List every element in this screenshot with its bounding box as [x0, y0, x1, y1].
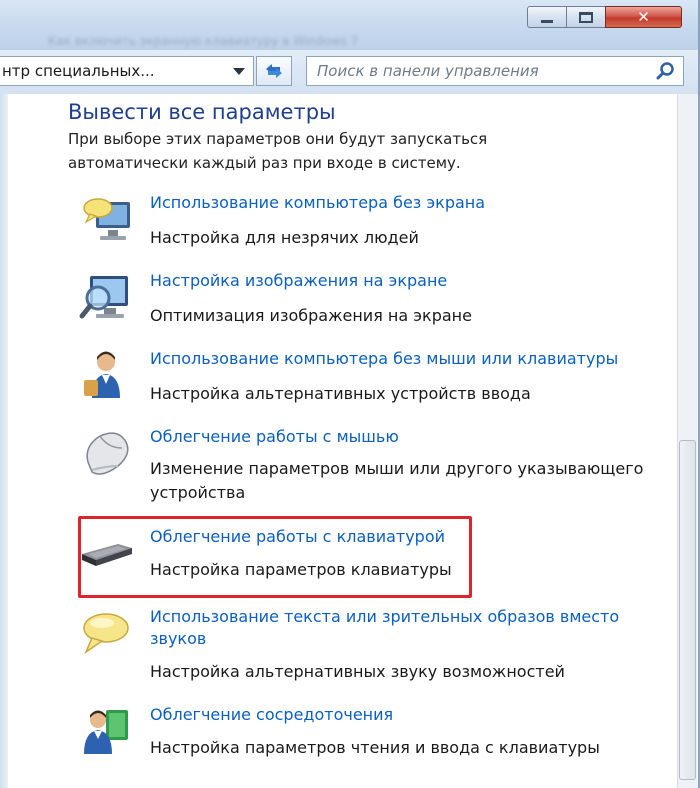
list-item: Настройка изображения на экране Оптимиза… — [78, 270, 658, 330]
item-description: Настройка для незрячих людей — [150, 228, 419, 247]
item-description: Настройка альтернативных устройств ввода — [150, 384, 531, 403]
item-description: Изменение параметров мыши или другого ук… — [150, 459, 644, 502]
link-mouse-ease[interactable]: Облегчение работы с мышью — [150, 426, 650, 448]
left-strip — [0, 94, 8, 788]
item-description: Настройка параметров чтения и ввода с кл… — [150, 738, 600, 757]
list-item: Облегчение сосредоточения Настройка пара… — [78, 704, 658, 764]
close-icon: ✕ — [637, 8, 650, 26]
list-item: Облегчение работы с мышью Изменение пара… — [78, 426, 658, 510]
user-book-icon — [84, 710, 128, 754]
chevron-down-icon[interactable] — [233, 67, 245, 75]
speech-bubble-icon — [83, 613, 129, 655]
link-focus-ease[interactable]: Облегчение сосредоточения — [150, 704, 650, 726]
link-no-screen[interactable]: Использование компьютера без экрана — [150, 192, 650, 214]
maximize-button[interactable] — [566, 6, 606, 28]
magnifier-monitor-icon — [79, 276, 128, 319]
refresh-button[interactable] — [256, 56, 292, 86]
address-bar: нтр специальных... Поиск в панели управл… — [0, 50, 700, 94]
list-item: Использование компьютера без мыши или кл… — [78, 348, 658, 408]
section-title: Вывести все параметры — [68, 100, 336, 124]
breadcrumb[interactable]: нтр специальных... — [0, 56, 254, 86]
list-item: Использование текста или зрительных обра… — [78, 606, 658, 690]
highlight-box — [78, 516, 472, 598]
close-button[interactable]: ✕ — [605, 6, 682, 28]
user-mobility-icon — [84, 351, 120, 398]
minimize-icon — [541, 19, 553, 23]
search-input[interactable]: Поиск в панели управления — [306, 56, 684, 86]
search-icon[interactable] — [655, 61, 675, 81]
title-bar: Как включить экранную клавиатуру в Windo… — [0, 0, 700, 50]
maximize-icon — [579, 11, 593, 23]
refresh-icon — [266, 64, 282, 78]
mouse-icon — [86, 432, 129, 475]
section-description: При выборе этих параметров они будут зап… — [68, 130, 488, 172]
monitor-speech-bubble-icon — [83, 198, 130, 240]
breadcrumb-text: нтр специальных... — [2, 62, 155, 80]
link-no-mouse-keyboard[interactable]: Использование компьютера без мыши или кл… — [150, 348, 650, 370]
link-display-settings[interactable]: Настройка изображения на экране — [150, 270, 650, 292]
minimize-button[interactable] — [527, 6, 567, 28]
item-description: Настройка альтернативных звуку возможнос… — [150, 662, 565, 681]
window-title: Как включить экранную клавиатуру в Windo… — [48, 34, 359, 48]
item-description: Оптимизация изображения на экране — [150, 306, 472, 325]
list-item: Использование компьютера без экрана Наст… — [78, 192, 658, 252]
search-placeholder: Поиск в панели управления — [317, 62, 539, 80]
link-text-instead-sounds[interactable]: Использование текста или зрительных обра… — [150, 606, 650, 650]
scrollbar-thumb[interactable] — [679, 440, 696, 780]
